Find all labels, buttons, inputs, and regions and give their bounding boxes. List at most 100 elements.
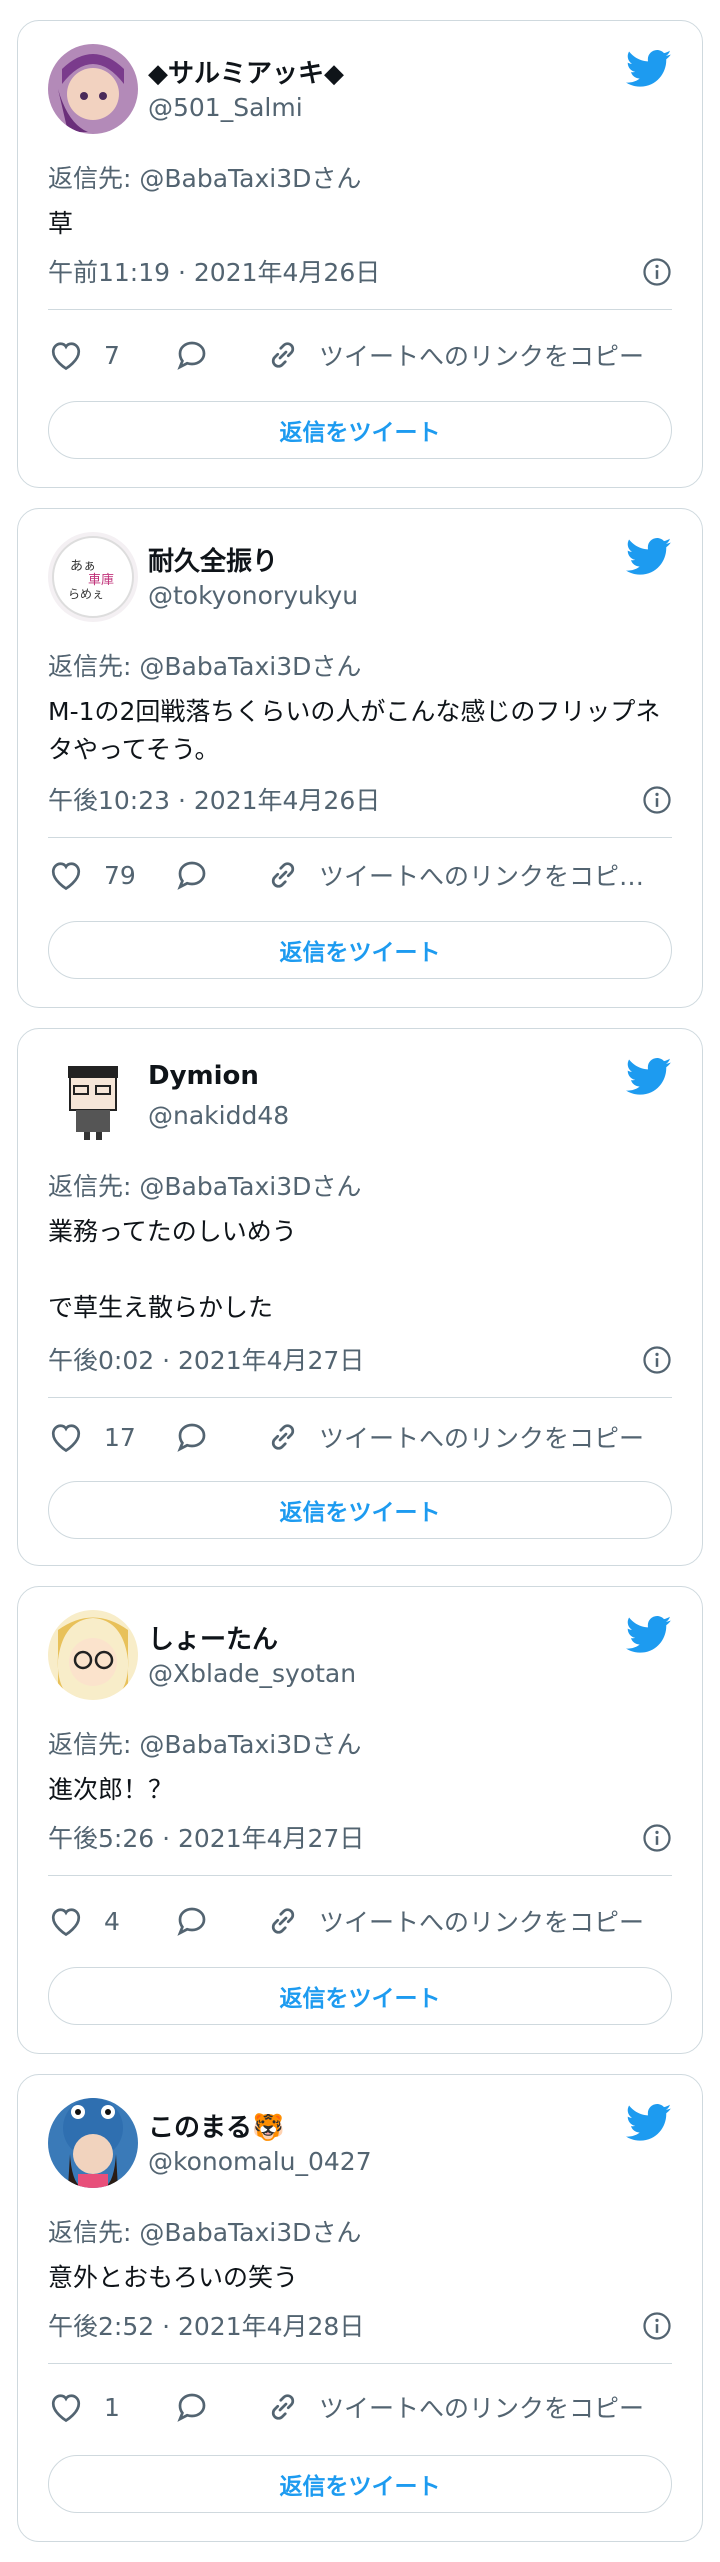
reply-tweet-button[interactable]: 返信をツイート	[48, 1481, 672, 1539]
reply-icon-button[interactable]	[174, 2389, 210, 2425]
username[interactable]: @501_Salmi	[148, 93, 303, 122]
heart-icon	[48, 857, 84, 893]
tweet-card[interactable]: このまる🐯 @konomalu_0427 返信先: @BabaTaxi3Dさん …	[17, 2074, 703, 2542]
info-icon[interactable]	[642, 2311, 672, 2341]
avatar[interactable]	[48, 1610, 138, 1700]
display-name[interactable]: しょーたん	[148, 1619, 278, 1656]
like-count: 7	[104, 340, 120, 370]
speech-bubble-icon	[174, 1903, 210, 1939]
like-count: 17	[104, 1422, 136, 1452]
like-button[interactable]: 4	[48, 1903, 154, 1939]
like-button[interactable]: 17	[48, 1419, 154, 1455]
username[interactable]: @nakidd48	[148, 1101, 289, 1130]
avatar[interactable]	[48, 2098, 138, 2188]
reply-icon-button[interactable]	[174, 1419, 210, 1455]
link-icon	[265, 857, 301, 893]
tweet-text: M-1の2回戦落ちくらいの人がこんな感じのフリップネタやってそう。	[48, 697, 661, 764]
like-button[interactable]: 79	[48, 857, 154, 893]
action-bar: 79 ツイートへのリンクをコピ…	[48, 853, 672, 897]
copy-link-label: ツイートへのリンクをコピー	[319, 342, 645, 371]
link-icon	[265, 2389, 301, 2425]
timestamp[interactable]: 午後0:02 · 2021年4月27日	[48, 1341, 364, 1377]
tweet-text: 意外とおもろいの笑う	[48, 2263, 299, 2292]
copy-link-label: ツイートへのリンクをコピー	[319, 2394, 645, 2423]
speech-bubble-icon	[174, 857, 210, 893]
reply-tweet-button[interactable]: 返信をツイート	[48, 401, 672, 459]
avatar[interactable]	[48, 1052, 138, 1142]
reply-tweet-button[interactable]: 返信をツイート	[48, 2455, 672, 2513]
tweet-card[interactable]: Dymion @nakidd48 返信先: @BabaTaxi3Dさん 業務って…	[17, 1028, 703, 1566]
action-bar: 4 ツイートへのリンクをコピー	[48, 1899, 672, 1943]
svg-text:車庫: 車庫	[88, 573, 114, 588]
link-icon	[265, 1903, 301, 1939]
speech-bubble-icon	[174, 1419, 210, 1455]
speech-bubble-icon	[174, 2389, 210, 2425]
copy-link-button[interactable]: ツイートへのリンクをコピー	[265, 1903, 644, 1939]
copy-link-label: ツイートへのリンクをコピー	[319, 1424, 645, 1453]
tweet-text: 草	[48, 209, 74, 238]
avatar[interactable]	[48, 44, 138, 134]
divider	[48, 837, 672, 838]
heart-icon	[48, 1903, 84, 1939]
like-count: 79	[104, 860, 136, 890]
reply-icon-button[interactable]	[174, 857, 210, 893]
twitter-bird-icon[interactable]	[626, 1057, 672, 1097]
display-name[interactable]: 耐久全振り	[148, 541, 278, 578]
display-name[interactable]: このまる🐯	[148, 2107, 284, 2144]
reply-icon-button[interactable]	[174, 337, 210, 373]
speech-bubble-icon	[174, 337, 210, 373]
username[interactable]: @tokyonoryukyu	[148, 581, 358, 610]
timestamp[interactable]: 午後5:26 · 2021年4月27日	[48, 1819, 364, 1855]
action-bar: 17 ツイートへのリンクをコピー	[48, 1415, 672, 1459]
like-button[interactable]: 7	[48, 337, 154, 373]
link-icon	[265, 337, 301, 373]
tweet-card[interactable]: ◆サルミアッキ◆ @501_Salmi 返信先: @BabaTaxi3Dさん 草…	[17, 20, 703, 488]
reply-to-label: 返信先: @BabaTaxi3Dさん	[48, 2218, 362, 2247]
tweet-card[interactable]: しょーたん @Xblade_syotan 返信先: @BabaTaxi3Dさん …	[17, 1586, 703, 2054]
reply-to-label: 返信先: @BabaTaxi3Dさん	[48, 164, 362, 193]
heart-icon	[48, 337, 84, 373]
reply-icon-button[interactable]	[174, 1903, 210, 1939]
twitter-bird-icon[interactable]	[626, 49, 672, 89]
display-name[interactable]: ◆サルミアッキ◆	[148, 53, 344, 90]
reply-tweet-button[interactable]: 返信をツイート	[48, 921, 672, 979]
timestamp[interactable]: 午後10:23 · 2021年4月26日	[48, 781, 380, 817]
svg-text:あぁ: あぁ	[70, 559, 96, 574]
like-button[interactable]: 1	[48, 2389, 154, 2425]
divider	[48, 1875, 672, 1876]
username[interactable]: @Xblade_syotan	[148, 1659, 356, 1688]
action-bar: 7 ツイートへのリンクをコピー	[48, 333, 672, 377]
divider	[48, 1397, 672, 1398]
copy-link-button[interactable]: ツイートへのリンクをコピ…	[265, 857, 644, 893]
svg-text:らめぇ: らめぇ	[68, 587, 104, 601]
twitter-bird-icon[interactable]	[626, 2103, 672, 2143]
copy-link-button[interactable]: ツイートへのリンクをコピー	[265, 1419, 644, 1455]
like-count: 1	[104, 2392, 120, 2422]
copy-link-button[interactable]: ツイートへのリンクをコピー	[265, 337, 644, 373]
avatar[interactable]: あぁ 車庫 らめぇ	[48, 532, 138, 622]
link-icon	[265, 1419, 301, 1455]
info-icon[interactable]	[642, 257, 672, 287]
tweet-card[interactable]: あぁ 車庫 らめぇ 耐久全振り @tokyonoryukyu 返信先: @BabaT…	[17, 508, 703, 1008]
tweet-text: 進次郎！？	[48, 1775, 174, 1804]
reply-tweet-button[interactable]: 返信をツイート	[48, 1967, 672, 2025]
copy-link-button[interactable]: ツイートへのリンクをコピー	[265, 2389, 644, 2425]
timestamp[interactable]: 午前11:19 · 2021年4月26日	[48, 253, 380, 289]
twitter-bird-icon[interactable]	[626, 537, 672, 577]
reply-to-label: 返信先: @BabaTaxi3Dさん	[48, 652, 362, 681]
username[interactable]: @konomalu_0427	[148, 2147, 372, 2176]
heart-icon	[48, 2389, 84, 2425]
reply-to-label: 返信先: @BabaTaxi3Dさん	[48, 1172, 362, 1201]
timestamp[interactable]: 午後2:52 · 2021年4月28日	[48, 2307, 364, 2343]
copy-link-label: ツイートへのリンクをコピー	[319, 1908, 645, 1937]
info-icon[interactable]	[642, 785, 672, 815]
copy-link-label: ツイートへのリンクをコピ…	[319, 862, 645, 891]
twitter-bird-icon[interactable]	[626, 1615, 672, 1655]
like-count: 4	[104, 1906, 120, 1936]
info-icon[interactable]	[642, 1345, 672, 1375]
reply-to-label: 返信先: @BabaTaxi3Dさん	[48, 1730, 362, 1759]
action-bar: 1 ツイートへのリンクをコピー	[48, 2385, 672, 2429]
display-name[interactable]: Dymion	[148, 1061, 259, 1091]
info-icon[interactable]	[642, 1823, 672, 1853]
divider	[48, 2363, 672, 2364]
